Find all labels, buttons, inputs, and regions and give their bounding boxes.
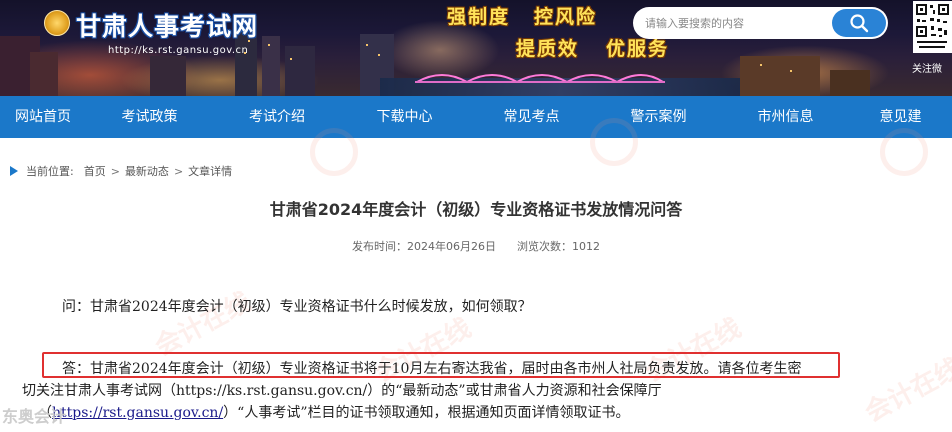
window-light xyxy=(378,54,380,56)
breadcrumb-link-home[interactable]: 首页 xyxy=(84,163,106,179)
window-light xyxy=(366,44,368,46)
site-title[interactable]: 甘肃人事考试网 xyxy=(76,7,258,43)
answer-text: ）“人事考试”栏目的证书领取通知，根据通知页面详情领取证书。 xyxy=(223,405,630,421)
breadcrumb-label: 当前位置: xyxy=(26,165,74,178)
qr-code xyxy=(913,1,952,53)
qr-caption: 关注微 xyxy=(912,64,942,75)
publish-date: 发布时间：2024年06月26日 xyxy=(352,240,496,253)
watermark-logo xyxy=(310,128,358,176)
breadcrumb-link-news[interactable]: 最新动态 xyxy=(125,163,169,179)
answer-line-2: 切关注甘肃人事考试网（https://ks.rst.gansu.gov.cn/）… xyxy=(22,383,662,399)
window-light xyxy=(268,44,270,46)
breadcrumb-arrow-icon xyxy=(10,166,18,176)
answer-text: 请各位考生密 xyxy=(717,361,802,377)
slogan: 提质效 xyxy=(516,38,580,60)
site-url: http://ks.rst.gansu.gov.cn xyxy=(108,45,249,56)
nav-item-common-sites[interactable]: 常见考点 xyxy=(468,96,595,138)
site-emblem-icon xyxy=(44,10,70,36)
skyline-building xyxy=(150,56,186,96)
watermark-text: 会计在线 xyxy=(860,353,952,429)
watermark-logo xyxy=(880,128,928,176)
window-light xyxy=(760,64,762,66)
answer-line-3: （https://rst.gansu.gov.cn/）“人事考试”栏目的证书领取… xyxy=(38,402,630,422)
nav-item-home[interactable]: 网站首页 xyxy=(0,96,86,138)
header-banner: 甘肃人事考试网 http://ks.rst.gansu.gov.cn 强制度 控… xyxy=(0,0,952,96)
article-title: 甘肃省2024年度会计（初级）专业资格证书发放情况问答 xyxy=(269,200,683,219)
skyline-building xyxy=(740,56,820,96)
search-icon xyxy=(850,14,869,33)
skyline-building xyxy=(830,70,870,96)
rst-gansu-link[interactable]: https://rst.gansu.gov.cn/ xyxy=(52,405,223,421)
breadcrumb: 当前位置: 首页 > 最新动态 > 文章详情 xyxy=(0,160,232,182)
slogan: 强制度 xyxy=(447,6,511,28)
answer-highlighted-text: 答：甘肃省2024年度会计（初级）专业资格证书将于10月左右寄达我省，届时由各市… xyxy=(62,361,718,377)
article-meta: 发布时间：2024年06月26日 浏览次数：1012 xyxy=(0,238,952,254)
skyline-building xyxy=(262,36,280,96)
nav-item-policy[interactable]: 考试政策 xyxy=(86,96,213,138)
window-light xyxy=(790,70,792,72)
main-nav: 网站首页 考试政策 考试介绍 下载中心 常见考点 警示案例 市州信息 意见建 xyxy=(0,96,952,138)
skyline-building xyxy=(285,46,315,96)
slogan: 控风险 xyxy=(534,6,598,28)
search-input[interactable] xyxy=(633,7,843,39)
view-count: 浏览次数：1012 xyxy=(517,240,600,253)
corner-watermark-logo: 东奥会计 xyxy=(2,407,67,426)
bridge-illustration xyxy=(415,74,665,83)
breadcrumb-separator: > xyxy=(110,164,120,178)
skyline-building xyxy=(30,52,58,96)
search-box xyxy=(633,7,888,39)
nav-item-downloads[interactable]: 下载中心 xyxy=(341,96,468,138)
nav-item-city-info[interactable]: 市州信息 xyxy=(722,96,849,138)
breadcrumb-separator: > xyxy=(173,164,184,178)
window-light xyxy=(290,58,292,60)
search-button[interactable] xyxy=(832,9,886,37)
answer-line-1: 答：甘肃省2024年度会计（初级）专业资格证书将于10月左右寄达我省，届时由各市… xyxy=(62,358,801,378)
question-paragraph: 问：甘肃省2024年度会计（初级）专业资格证书什么时候发放，如何领取？ xyxy=(62,299,532,315)
watermark-logo xyxy=(590,118,638,166)
breadcrumb-current: 文章详情 xyxy=(188,165,233,178)
